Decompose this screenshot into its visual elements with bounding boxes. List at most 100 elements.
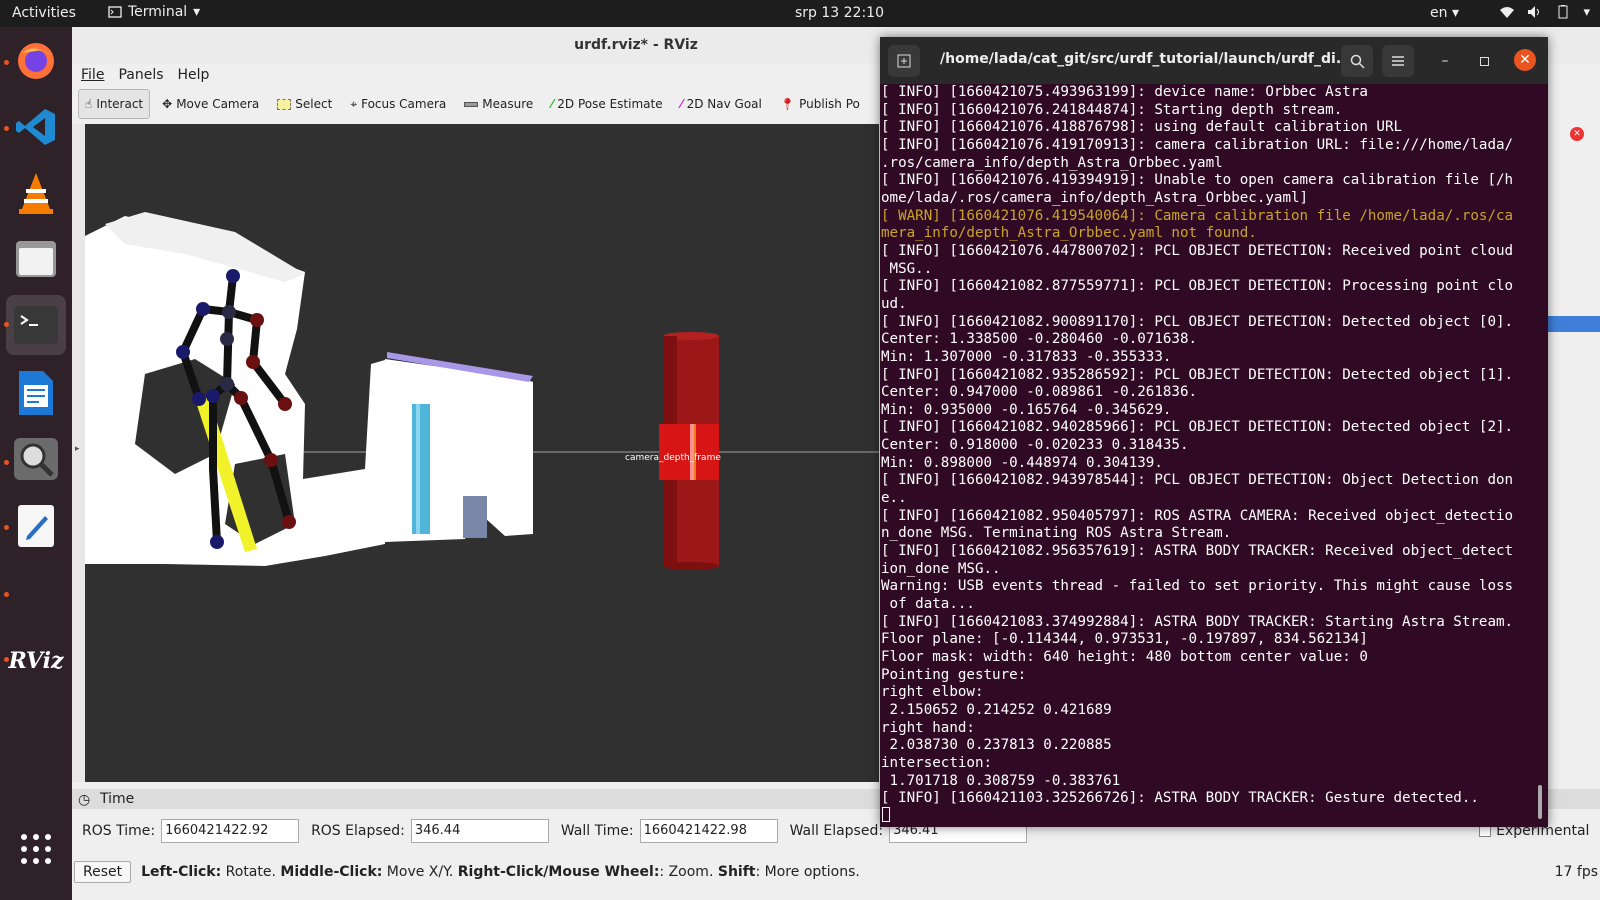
ros-time-field[interactable]: 1660421422.92 bbox=[161, 819, 300, 843]
tool-move-camera-label: Move Camera bbox=[176, 97, 260, 111]
close-button[interactable]: ✕ bbox=[1514, 49, 1536, 71]
hint-shift: Shift bbox=[717, 864, 756, 880]
files-icon[interactable] bbox=[12, 235, 60, 283]
close-icon: ✕ bbox=[1519, 52, 1531, 68]
time-panel-title: Time bbox=[100, 791, 135, 807]
terminal-line: [ INFO] [1660421082.943978544]: PCL OBJE… bbox=[881, 472, 1514, 489]
clock-icon: ◷ bbox=[78, 792, 91, 808]
terminal-line: e.. bbox=[881, 490, 907, 507]
wall-time-label: Wall Time: bbox=[560, 823, 634, 839]
terminal-line: Min: 1.307000 -0.317833 -0.355333. bbox=[881, 348, 1172, 365]
wall-time-field[interactable]: 1660421422.98 bbox=[639, 819, 778, 843]
tool-2d-nav-goal[interactable]: ⁄ 2D Nav Goal bbox=[675, 89, 768, 119]
tool-focus-camera[interactable]: ⌖ Focus Camera bbox=[344, 89, 452, 119]
terminal-line: mera_info/depth_Astra_Orbbec.yaml not fo… bbox=[881, 225, 1257, 242]
clock[interactable]: srp 13 22:10 bbox=[795, 5, 884, 21]
wifi-icon bbox=[1499, 5, 1515, 23]
rviz-toolbar: ☝ Interact ✥ Move Camera Select ⌖ Focus … bbox=[78, 88, 866, 120]
terminal-line: right hand: bbox=[881, 719, 975, 736]
search-button[interactable] bbox=[1341, 45, 1373, 77]
battery-icon bbox=[1555, 5, 1571, 23]
left-panel-splitter[interactable]: ▸ bbox=[72, 124, 85, 782]
select-icon bbox=[277, 98, 292, 110]
tool-select[interactable]: Select bbox=[271, 89, 338, 119]
nav-goal-arrow-icon: ⁄ bbox=[680, 97, 683, 111]
running-indicator bbox=[4, 322, 9, 327]
terminal-line: [ INFO] [1660421082.950405797]: ROS ASTR… bbox=[881, 507, 1514, 524]
maximize-button[interactable] bbox=[1474, 51, 1494, 71]
terminal-line: of data... bbox=[881, 596, 975, 613]
terminal-line: ome/lada/.ros/camera_info/depth_Astra_Or… bbox=[881, 189, 1309, 206]
hand-icon: ☝ bbox=[85, 97, 93, 111]
rviz-icon[interactable]: RViz bbox=[8, 637, 63, 685]
selected-row-highlight bbox=[1548, 316, 1600, 332]
running-indicator bbox=[4, 592, 9, 597]
menu-panels[interactable]: Panels bbox=[118, 67, 163, 83]
app-menu[interactable]: Terminal ▾ bbox=[108, 4, 200, 20]
chevron-right-icon: ▸ bbox=[75, 444, 80, 454]
hint-middle-click: Middle-Click: bbox=[280, 864, 383, 880]
ros-elapsed-field[interactable]: 346.44 bbox=[410, 819, 549, 843]
hint-left-click-desc: Rotate. bbox=[221, 864, 281, 880]
tool-interact[interactable]: ☝ Interact bbox=[78, 89, 151, 119]
measure-icon bbox=[464, 101, 479, 107]
system-tray[interactable]: ▾ bbox=[1499, 5, 1590, 23]
activities-button[interactable]: Activities bbox=[12, 5, 76, 21]
new-tab-icon bbox=[897, 54, 911, 68]
status-hint: Left-Click: Rotate. Middle-Click: Move X… bbox=[141, 864, 860, 880]
move-camera-icon: ✥ bbox=[162, 97, 173, 111]
terminal-line: Floor plane: [-0.114344, 0.973531, -0.19… bbox=[881, 631, 1368, 648]
hint-left-click: Left-Click: bbox=[141, 864, 222, 880]
tool-2d-pose-estimate[interactable]: ⁄ 2D Pose Estimate bbox=[545, 89, 668, 119]
running-indicator bbox=[4, 460, 9, 465]
hamburger-menu-button[interactable] bbox=[1382, 45, 1414, 77]
image-viewer-icon[interactable] bbox=[12, 435, 60, 483]
app-grid-icon[interactable] bbox=[12, 825, 60, 873]
terminal-line: [ INFO] [1660421076.419170913]: camera c… bbox=[881, 136, 1514, 153]
hint-shift-desc: : More options. bbox=[755, 864, 860, 880]
firefox-icon[interactable] bbox=[12, 37, 60, 85]
tool-publish-point[interactable]: 📍︎ Publish Po bbox=[774, 89, 866, 119]
terminal-line: [ WARN] [1660421076.419540064]: Camera c… bbox=[881, 207, 1514, 224]
text-editor-icon[interactable] bbox=[12, 502, 60, 550]
terminal-line: [ INFO] [1660421083.374992884]: ASTRA BO… bbox=[881, 613, 1514, 630]
map-pin-icon: 📍︎ bbox=[779, 97, 796, 111]
status-bar: Reset Left-Click: Rotate. Middle-Click: … bbox=[72, 855, 1600, 889]
terminal-icon[interactable] bbox=[6, 295, 66, 355]
menu-help[interactable]: Help bbox=[178, 67, 210, 83]
terminal-line: 2.150652 0.214252 0.421689 bbox=[881, 701, 1112, 718]
writer-icon[interactable] bbox=[12, 369, 60, 417]
menu-file[interactable]: File bbox=[81, 67, 104, 83]
tool-select-label: Select bbox=[295, 97, 333, 111]
terminal-line: Min: 0.898000 -0.448974 0.304139. bbox=[881, 454, 1163, 471]
running-indicator bbox=[4, 525, 9, 530]
language-indicator[interactable]: en ▾ bbox=[1430, 5, 1459, 21]
tool-measure[interactable]: Measure bbox=[458, 89, 539, 119]
terminal-line: ion_done MSG.. bbox=[881, 560, 1001, 577]
hint-right-click-desc: : Zoom. bbox=[659, 864, 718, 880]
language-label: en bbox=[1430, 5, 1448, 21]
terminal-scrollbar[interactable] bbox=[1538, 785, 1542, 819]
ros-time-label: ROS Time: bbox=[82, 823, 156, 839]
terminal-output[interactable]: [ INFO] [1660421075.493963199]: device n… bbox=[880, 84, 1548, 808]
terminal-line: 2.038730 0.237813 0.220885 bbox=[881, 737, 1112, 754]
maximize-icon bbox=[1479, 56, 1489, 66]
ros-elapsed-label: ROS Elapsed: bbox=[311, 823, 405, 839]
terminal-line: Center: 0.947000 -0.089861 -0.261836. bbox=[881, 384, 1198, 401]
minimize-button[interactable]: – bbox=[1435, 51, 1455, 71]
new-tab-button[interactable] bbox=[888, 45, 920, 77]
terminal-line: [ INFO] [1660421082.877559771]: PCL OBJE… bbox=[881, 278, 1514, 295]
terminal-line: MSG.. bbox=[881, 260, 933, 277]
tool-move-camera[interactable]: ✥ Move Camera bbox=[156, 89, 265, 119]
terminal-line: [ INFO] [1660421103.325266726]: ASTRA BO… bbox=[881, 790, 1479, 807]
chevron-down-icon: ▾ bbox=[193, 4, 201, 20]
terminal-line: Center: 1.338500 -0.280460 -0.071638. bbox=[881, 331, 1198, 348]
vlc-icon[interactable] bbox=[12, 169, 60, 217]
vscode-icon[interactable] bbox=[12, 103, 60, 151]
reset-button[interactable]: Reset bbox=[74, 861, 132, 883]
terminal-window[interactable]: /home/lada/cat_git/src/urdf_tutorial/lau… bbox=[880, 37, 1548, 827]
3d-viewport[interactable]: camera_depth_frame bbox=[85, 124, 879, 782]
terminal-line: [ INFO] [1660421082.940285966]: PCL OBJE… bbox=[881, 419, 1514, 436]
tool-focus-camera-label: Focus Camera bbox=[361, 97, 447, 111]
terminal-line: [ INFO] [1660421082.956357619]: ASTRA BO… bbox=[881, 543, 1514, 560]
